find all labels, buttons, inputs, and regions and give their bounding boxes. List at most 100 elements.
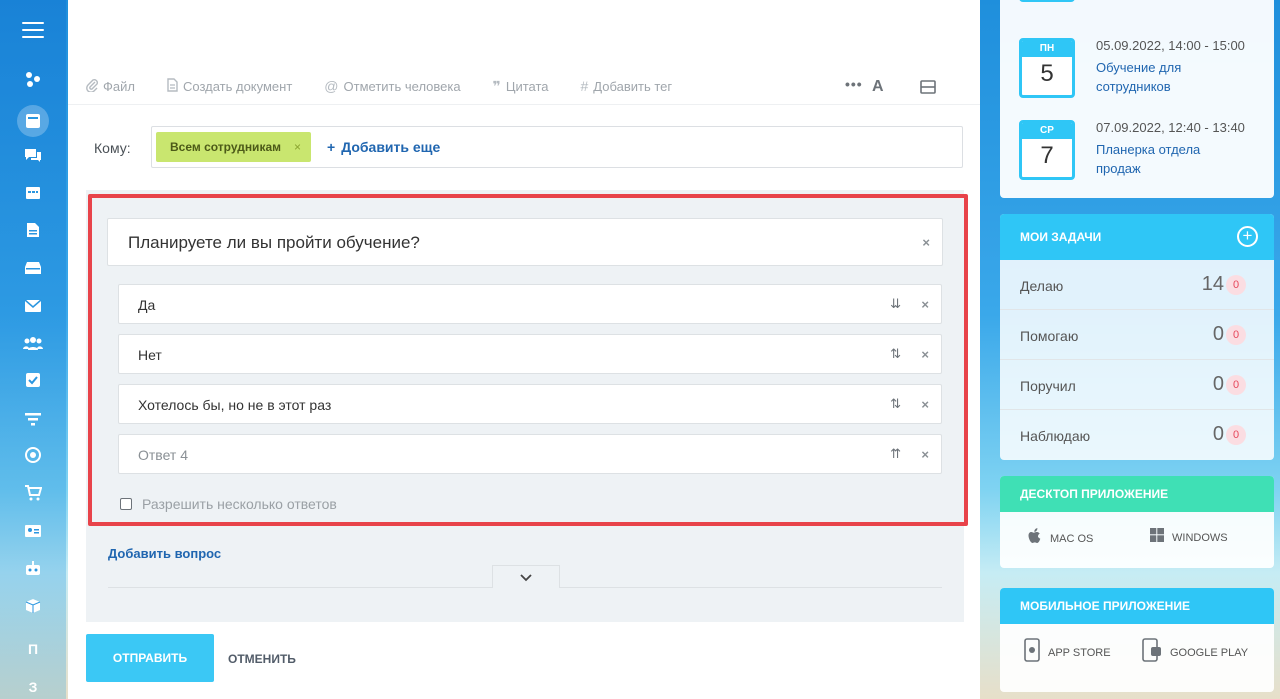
mention-label: Отметить человека [343, 78, 461, 94]
calendar-date-badge: ПН 5 [1019, 38, 1075, 98]
task-overdue-badge: 0 [1226, 375, 1246, 395]
mac-os-link[interactable]: MAC OS [1028, 528, 1093, 549]
more-icon[interactable]: ••• [845, 76, 863, 92]
create-document-label: Создать документ [182, 78, 293, 94]
event-title-link[interactable]: Планерка отдела продаж [1096, 140, 1246, 178]
mac-os-label: MAC OS [1050, 532, 1094, 545]
task-count: 0 [1212, 373, 1224, 395]
add-question-link[interactable]: Добавить вопрос [108, 546, 221, 561]
task-counter-label: Делаю [1020, 278, 1064, 294]
recipients-label: Кому: [94, 140, 131, 156]
task-counter-label: Наблюдаю [1020, 428, 1091, 444]
tasks-title: МОИ ЗАДАЧИ [1020, 230, 1102, 244]
tasks-header: МОИ ЗАДАЧИ + [1000, 214, 1274, 260]
recipient-tag-label: Всем сотрудникам [170, 140, 281, 154]
add-recipient-link[interactable]: + Добавить еще [327, 139, 440, 155]
recipients-field[interactable]: Всем сотрудникам × + Добавить еще [151, 126, 963, 168]
shop-cart-icon[interactable] [20, 484, 46, 510]
target-icon[interactable] [20, 446, 46, 472]
add-task-icon[interactable]: + [1237, 226, 1258, 247]
task-counter-row[interactable]: Делаю 14 0 [1000, 260, 1274, 310]
mention-button[interactable]: @ Отметить человека [324, 76, 460, 96]
desktop-app-title: ДЕСКТОП ПРИЛОЖЕНИЕ [1020, 487, 1169, 501]
app-store-link[interactable]: APP STORE [1024, 638, 1111, 667]
task-count: 0 [1212, 323, 1224, 345]
day-number: 5 [1040, 60, 1054, 87]
windows-link[interactable]: WINDOWS [1150, 528, 1228, 547]
add-tag-label: Добавить тег [593, 78, 673, 94]
phone-android-icon [1142, 638, 1162, 667]
nav-item-letter[interactable]: П [0, 641, 66, 657]
collapse-chevron-icon[interactable] [492, 565, 560, 588]
apple-icon [1028, 528, 1042, 549]
tasks-icon[interactable] [20, 371, 46, 397]
calendar-date-badge: СР 7 [1019, 120, 1075, 180]
task-counter-label: Помогаю [1020, 328, 1079, 344]
task-counter-label: Поручил [1020, 378, 1076, 394]
desktop-app-header: ДЕСКТОП ПРИЛОЖЕНИЕ [1000, 476, 1274, 512]
add-tag-button[interactable]: # Добавить тег [581, 76, 673, 96]
quote-icon: ❞ [492, 77, 501, 94]
send-button[interactable]: ОТПРАВИТЬ [86, 634, 214, 682]
google-play-link[interactable]: GOOGLE PLAY [1142, 638, 1248, 667]
task-overdue-badge: 0 [1226, 325, 1246, 345]
calendar-events-widget: ПН 5 05.09.2022, 14:00 - 15:00 Обучение … [1000, 0, 1274, 198]
hash-icon: # [580, 78, 589, 94]
task-count: 0 [1212, 423, 1224, 445]
toolbar-divider [68, 104, 980, 105]
create-document-button[interactable]: Создать документ [167, 76, 292, 96]
task-overdue-badge: 0 [1226, 275, 1246, 295]
add-recipient-label: Добавить еще [341, 139, 441, 155]
post-editor: Файл Создать документ @ Отметить человек… [68, 0, 980, 699]
mobile-app-widget: МОБИЛЬНОЕ ПРИЛОЖЕНИЕ APP STORE GOOGLE PL… [1000, 588, 1274, 692]
day-of-week: СР [1022, 123, 1072, 139]
font-format-icon[interactable]: A [872, 78, 884, 96]
documents-icon[interactable] [20, 221, 46, 247]
panel-toggle-icon[interactable] [920, 80, 936, 97]
mail-icon[interactable] [20, 296, 46, 322]
robot-icon[interactable] [20, 559, 46, 585]
file-label: Файл [103, 78, 135, 94]
google-play-label: GOOGLE PLAY [1170, 646, 1249, 659]
left-navigation: П З [0, 0, 66, 699]
remove-recipient-icon[interactable]: × [294, 132, 301, 162]
phone-apple-icon [1024, 638, 1040, 667]
task-counter-row[interactable]: Поручил 0 0 [1000, 360, 1274, 410]
paperclip-icon [86, 78, 98, 95]
desktop-app-widget: ДЕСКТОП ПРИЛОЖЕНИЕ MAC OS WINDOWS [1000, 476, 1274, 568]
quote-button[interactable]: ❞ Цитата [493, 76, 549, 96]
contact-card-icon[interactable] [20, 521, 46, 547]
quote-label: Цитата [505, 78, 549, 94]
crm-funnel-icon[interactable] [20, 409, 46, 435]
editor-toolbar: Файл Создать документ @ Отметить человек… [86, 76, 704, 96]
calendar-icon[interactable] [20, 183, 46, 209]
mobile-app-header: МОБИЛЬНОЕ ПРИЛОЖЕНИЕ [1000, 588, 1274, 624]
activity-stream-icon[interactable] [20, 70, 46, 96]
at-icon: @ [324, 78, 339, 94]
chat-icon[interactable] [20, 146, 46, 172]
file-button[interactable]: Файл [86, 76, 135, 96]
event-time: 07.09.2022, 12:40 - 13:40 [1096, 120, 1245, 135]
my-tasks-widget: МОИ ЗАДАЧИ + Делаю 14 0 Помогаю 0 0 Пору… [1000, 214, 1274, 460]
employees-icon[interactable] [20, 333, 46, 359]
event-time: 05.09.2022, 14:00 - 15:00 [1096, 38, 1245, 53]
windows-icon [1150, 528, 1164, 547]
box-icon[interactable] [20, 597, 46, 623]
highlight-frame [88, 194, 968, 526]
mobile-app-title: МОБИЛЬНОЕ ПРИЛОЖЕНИЕ [1020, 599, 1190, 613]
recipient-tag[interactable]: Всем сотрудникам × [156, 132, 311, 162]
calendar-date-badge [1019, 0, 1075, 2]
windows-label: WINDOWS [1172, 531, 1228, 544]
menu-icon[interactable] [22, 22, 44, 40]
feed-icon[interactable] [17, 105, 49, 137]
cancel-button[interactable]: ОТМЕНИТЬ [228, 652, 296, 666]
nav-item-letter[interactable]: З [0, 679, 66, 695]
day-of-week: ПН [1022, 41, 1072, 57]
task-counter-row[interactable]: Помогаю 0 0 [1000, 310, 1274, 360]
task-counter-row[interactable]: Наблюдаю 0 0 [1000, 410, 1274, 460]
day-number: 7 [1040, 142, 1054, 169]
drive-icon[interactable] [20, 258, 46, 284]
event-title-link[interactable]: Обучение для сотрудников [1096, 58, 1246, 96]
app-store-label: APP STORE [1048, 646, 1111, 659]
task-count: 14 [1201, 273, 1224, 295]
